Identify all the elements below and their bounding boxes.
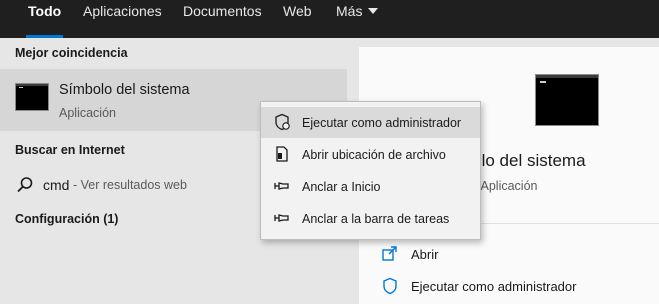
menu-item-pin-to-taskbar[interactable]: Anclar a la barra de tareas (261, 203, 480, 234)
file-location-icon (276, 146, 288, 162)
search-icon (17, 177, 33, 193)
tab-aplicaciones[interactable]: Aplicaciones (83, 0, 162, 38)
cmd-icon (15, 83, 49, 111)
menu-item-label: Ejecutar como administrador (302, 116, 462, 130)
tab-mas-label: Más (336, 3, 363, 19)
menu-item-label: Abrir ubicación de archivo (302, 148, 446, 162)
menu-item-pin-to-start[interactable]: Anclar a Inicio (261, 171, 480, 202)
menu-item-label: Anclar a la barra de tareas (302, 212, 450, 226)
pin-icon (274, 182, 289, 190)
shield-icon (275, 113, 290, 131)
tab-documentos[interactable]: Documentos (183, 0, 262, 38)
search-filter-tabs: Todo Aplicaciones Documentos Web Más (0, 0, 659, 38)
tab-todo[interactable]: Todo (25, 0, 64, 38)
tab-web-label: Web (283, 3, 312, 19)
best-match-title: Símbolo del sistema (59, 82, 190, 98)
run-as-admin-action-label: Ejecutar como administrador (411, 279, 577, 294)
settings-heading[interactable]: Configuración (1) (15, 212, 118, 226)
menu-item-open-file-location[interactable]: Abrir ubicación de archivo (261, 139, 480, 170)
tab-aplicaciones-label: Aplicaciones (83, 3, 162, 19)
open-action-label: Abrir (411, 247, 439, 262)
best-match-subtitle: Aplicación (59, 106, 116, 120)
open-icon (382, 246, 397, 261)
shield-icon (383, 277, 397, 295)
internet-heading: Buscar en Internet (15, 143, 125, 157)
menu-item-run-as-admin[interactable]: Ejecutar como administrador (261, 107, 480, 138)
best-match-heading: Mejor coincidencia (15, 46, 128, 60)
chevron-down-icon (368, 8, 379, 15)
web-search-hint: - Ver resultados web (73, 178, 187, 192)
web-search-query: cmd (43, 177, 70, 193)
tab-todo-label: Todo (28, 3, 62, 19)
pin-icon (274, 214, 289, 222)
cmd-icon (535, 74, 599, 126)
tab-web[interactable]: Web (283, 0, 312, 38)
tab-documentos-label: Documentos (183, 3, 262, 19)
context-menu: Ejecutar como administrador Abrir ubicac… (260, 101, 481, 240)
menu-item-label: Anclar a Inicio (302, 180, 381, 194)
tab-mas[interactable]: Más (336, 0, 379, 38)
